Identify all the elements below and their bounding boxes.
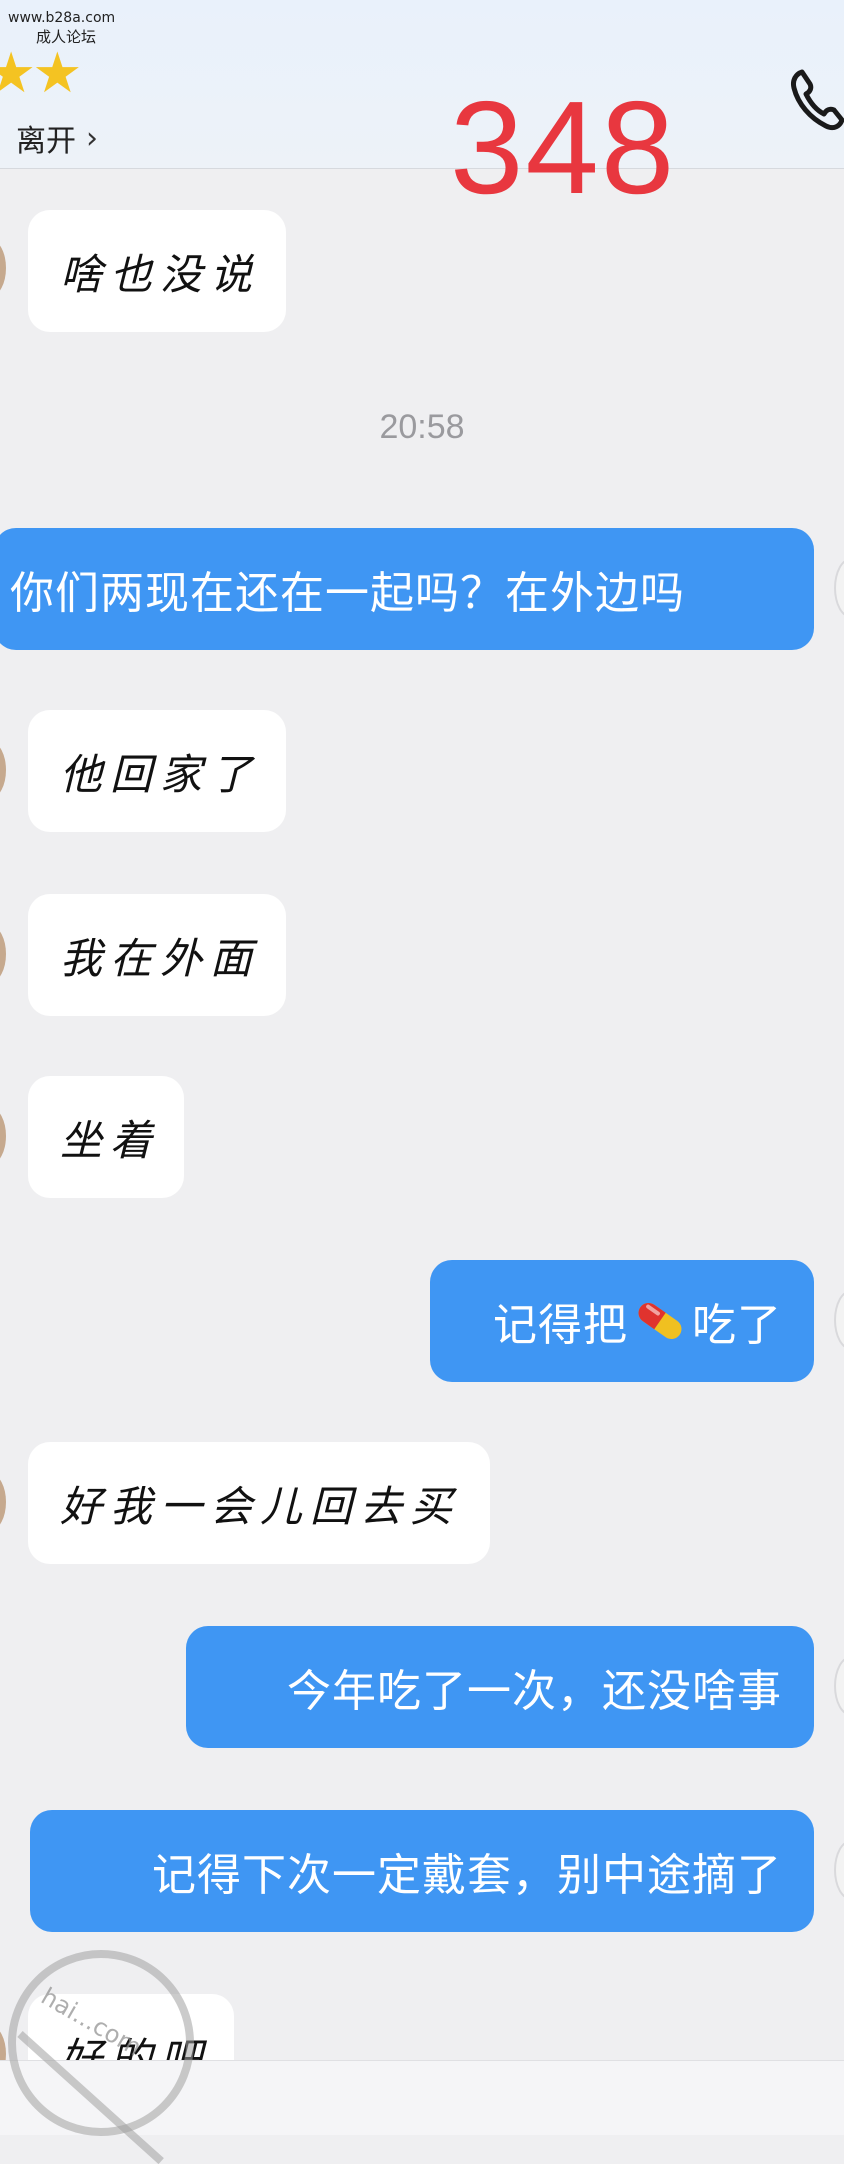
contact-avatar[interactable] — [0, 240, 6, 296]
message-bubble-outgoing[interactable]: 记得把 吃了 — [430, 1260, 814, 1382]
message-text: 好我一会儿回去买 — [60, 1481, 461, 1531]
contact-avatar[interactable] — [0, 742, 6, 798]
message-text: 我在外面 — [60, 933, 261, 983]
message-bubble-incoming[interactable]: 我在外面 — [28, 894, 286, 1016]
overlay-count: 348 — [450, 74, 677, 221]
message-bubble-outgoing[interactable]: 你们两现在还在一起吗？在外边吗 — [0, 528, 814, 650]
message-text: 记得下次一定戴套，别中途摘了 — [152, 1850, 782, 1901]
message-text: 你们两现在还在一起吗？在外边吗 — [10, 568, 685, 619]
message-text-before: 记得把 — [493, 1300, 628, 1351]
message-text-after: 吃了 — [692, 1300, 782, 1351]
message-timestamp: 20:58 — [379, 408, 465, 446]
message-text: 他回家了 — [60, 749, 261, 799]
message-bubble-incoming[interactable]: 坐着 — [28, 1076, 184, 1198]
leave-button[interactable]: 离开 › — [16, 116, 98, 160]
watermark-url: www.b28a.com — [8, 10, 116, 26]
message-bubble-outgoing[interactable]: 今年吃了一次，还没啥事 — [186, 1626, 814, 1748]
chevron-right-icon: › — [86, 120, 98, 156]
contact-avatar[interactable] — [0, 1474, 6, 1530]
contact-avatar[interactable] — [0, 926, 6, 982]
message-bubble-incoming[interactable]: 他回家了 — [28, 710, 286, 832]
self-avatar[interactable] — [836, 1292, 844, 1348]
message-text: 今年吃了一次，还没啥事 — [287, 1666, 782, 1717]
self-avatar[interactable] — [836, 1842, 844, 1898]
message-bubble-incoming[interactable]: 好我一会儿回去买 — [28, 1442, 490, 1564]
leave-label: 离开 — [16, 124, 76, 159]
pill-icon — [638, 1302, 682, 1340]
message-text: 啥也没说 — [60, 249, 261, 299]
message-text: 坐着 — [60, 1115, 161, 1165]
star-icon: ★★ — [0, 41, 82, 106]
self-avatar[interactable] — [836, 1658, 844, 1714]
phone-icon[interactable] — [784, 60, 844, 140]
contact-avatar[interactable] — [0, 1108, 6, 1164]
self-avatar[interactable] — [836, 560, 844, 616]
chat-header: www.b28a.com 成人论坛 ★★ 离开 › 348 — [0, 0, 844, 218]
message-bubble-outgoing[interactable]: 记得下次一定戴套，别中途摘了 — [30, 1810, 814, 1932]
message-bubble-incoming[interactable]: 啥也没说 — [28, 210, 286, 332]
